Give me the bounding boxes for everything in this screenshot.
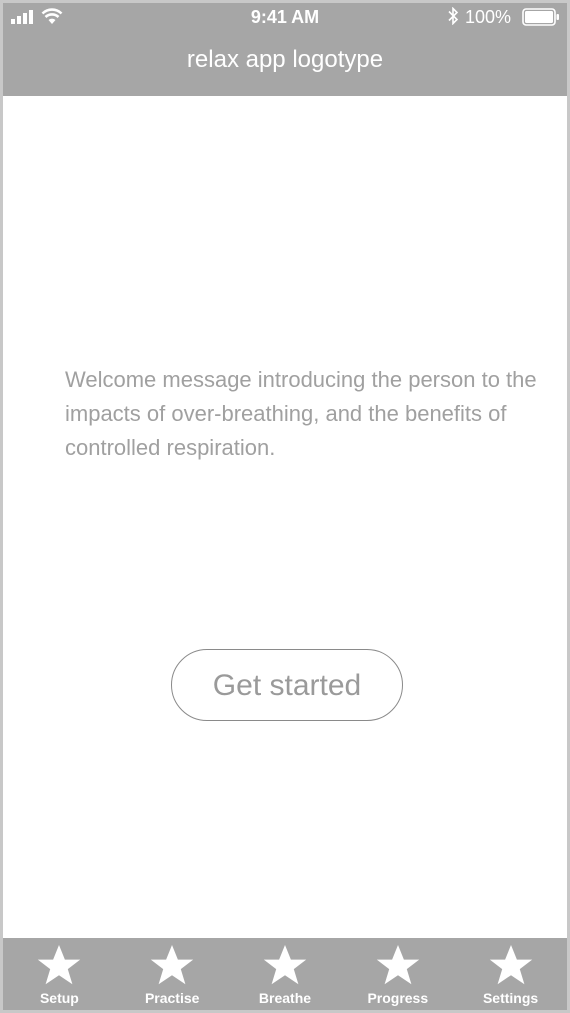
battery-icon: [522, 8, 559, 26]
welcome-message: Welcome message introducing the person t…: [65, 367, 537, 460]
tab-label: Settings: [482, 990, 539, 1006]
star-icon: [263, 945, 307, 985]
tab-label: Breathe: [258, 990, 312, 1006]
tab-label: Progress: [367, 990, 429, 1006]
star-icon: [38, 945, 81, 985]
tab-practise[interactable]: Practise: [116, 938, 229, 1010]
tab-settings[interactable]: Settings: [454, 938, 567, 1010]
tab-label: Practise: [144, 990, 200, 1006]
phone-frame: 9:41 AM 100% relax app logotype Welcome …: [0, 0, 570, 1013]
app-logotype: relax app logotype: [186, 46, 384, 73]
get-started-button[interactable]: Get started: [171, 649, 403, 721]
tab-label: Setup: [39, 990, 79, 1006]
status-bar: 9:41 AM 100%: [3, 3, 567, 31]
battery-percent: 100%: [465, 7, 512, 27]
bluetooth-icon: [448, 7, 459, 25]
tab-bar: Setup Practise Breathe Progress Settings: [3, 938, 567, 1010]
tab-breathe[interactable]: Breathe: [229, 938, 342, 1010]
tab-setup[interactable]: Setup: [3, 938, 116, 1010]
star-icon: [376, 945, 419, 985]
star-icon: [150, 945, 194, 985]
star-icon: [489, 945, 532, 985]
app-header: 9:41 AM 100% relax app logotype: [3, 3, 567, 96]
tab-progress[interactable]: Progress: [341, 938, 454, 1010]
